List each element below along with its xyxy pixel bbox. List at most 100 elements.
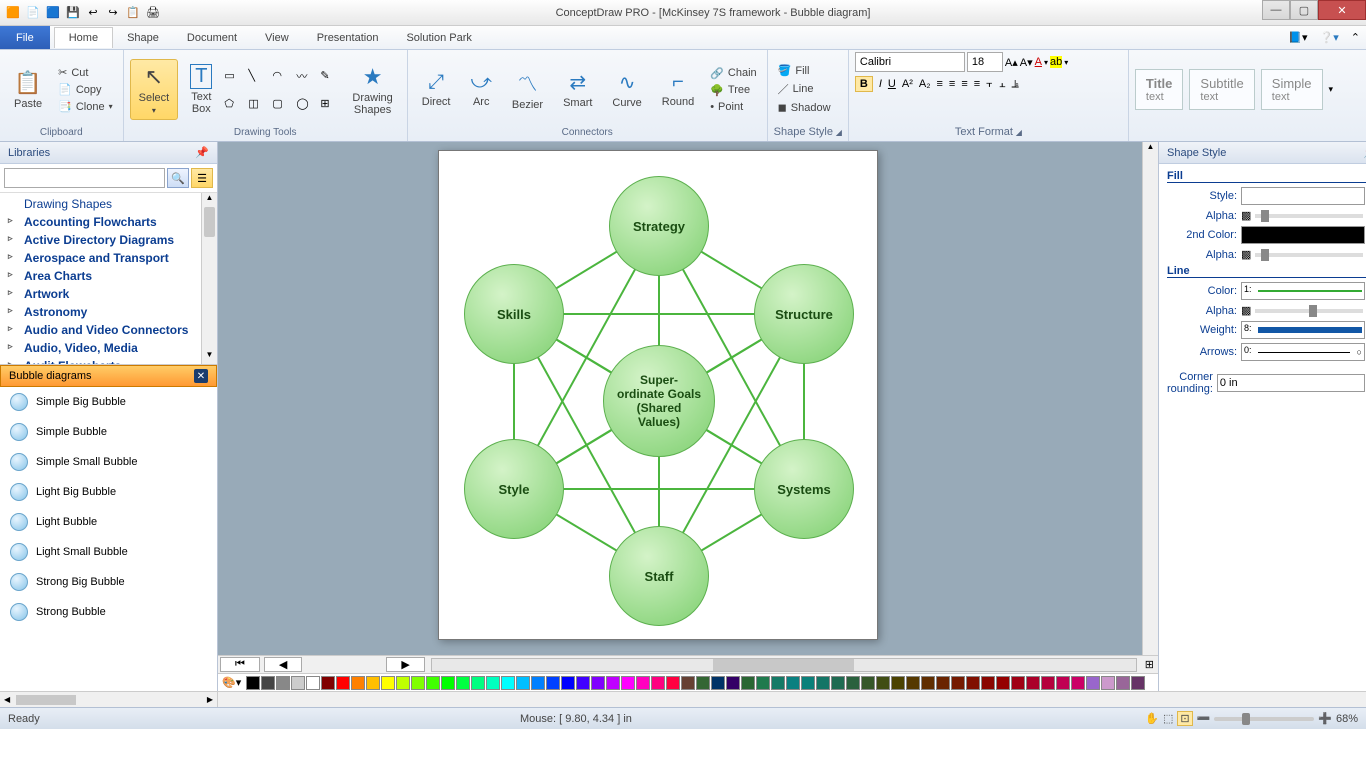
library-item[interactable]: Artwork — [0, 285, 217, 303]
connector-arc[interactable]: ⤻Arc — [463, 67, 500, 112]
qa-icon-5[interactable]: ↩ — [84, 4, 102, 22]
palette-picker-icon[interactable]: 🎨▾ — [222, 676, 241, 689]
lib-scrollbar[interactable]: ▲ ▼ — [201, 193, 217, 364]
shapes-group-header[interactable]: Bubble diagrams ✕ — [0, 365, 217, 387]
zoom-thumb[interactable] — [1242, 713, 1250, 725]
color-swatch[interactable] — [516, 676, 530, 690]
color-swatch[interactable] — [651, 676, 665, 690]
shape-item[interactable]: Strong Big Bubble — [0, 567, 217, 597]
canvas-viewport[interactable]: Strategy Skills Structure Super- ordinat… — [218, 142, 1142, 655]
valign-bot-icon[interactable]: ⫡ — [1012, 78, 1019, 91]
tab-nav-prev[interactable]: ◀ — [264, 657, 302, 672]
bubble-center[interactable]: Super- ordinate Goals (Shared Values) — [603, 345, 715, 457]
clone-button[interactable]: 📑Clone ▾ — [54, 99, 116, 114]
color-swatch[interactable] — [366, 676, 380, 690]
connector-tree[interactable]: 🌳Tree — [706, 83, 760, 98]
library-search-input[interactable] — [4, 168, 165, 188]
font-size-combo[interactable] — [967, 52, 1003, 72]
page-menu-icon[interactable]: ⊞ — [1141, 658, 1158, 671]
color-swatch[interactable] — [1116, 676, 1130, 690]
color-swatch[interactable] — [456, 676, 470, 690]
tool-line-icon[interactable]: ╲ — [248, 69, 268, 82]
color-swatch[interactable] — [921, 676, 935, 690]
info-icon[interactable]: ❔▾ — [1320, 31, 1339, 44]
connector-round[interactable]: ⌐Round — [654, 67, 702, 112]
color-swatch[interactable] — [546, 676, 560, 690]
color-swatch[interactable] — [336, 676, 350, 690]
color-swatch[interactable] — [936, 676, 950, 690]
hscroll-thumb[interactable] — [713, 659, 854, 671]
tool-group-icon[interactable]: ⊞ — [320, 97, 340, 110]
align-left-icon[interactable]: ≡ — [936, 78, 942, 90]
qa-icon-6[interactable]: ↪ — [104, 4, 122, 22]
tool-curve-icon[interactable]: 〰 — [296, 68, 316, 84]
library-item[interactable]: Active Directory Diagrams — [0, 231, 217, 249]
qa-icon-2[interactable]: 📄 — [24, 4, 42, 22]
underline-button[interactable]: U — [888, 78, 896, 90]
left-panel-hscrollbar[interactable]: ◀ ▶ — [0, 692, 218, 707]
canvas-vscrollbar[interactable]: ▲ — [1142, 142, 1158, 655]
tab-presentation[interactable]: Presentation — [303, 28, 393, 48]
qa-icon-8[interactable]: 🖨 — [144, 4, 162, 22]
tool-freehand-icon[interactable]: ✎ — [320, 69, 340, 82]
shape-item[interactable]: Light Small Bubble — [0, 537, 217, 567]
color-swatch[interactable] — [441, 676, 455, 690]
select-button[interactable]: ↖ Select ▾ — [130, 59, 179, 120]
increase-font-icon[interactable]: A▴ — [1005, 56, 1018, 69]
connector-direct[interactable]: ⤢Direct — [414, 67, 459, 112]
italic-button[interactable]: I — [879, 78, 882, 90]
highlight-icon[interactable]: ab — [1050, 56, 1062, 68]
cut-button[interactable]: ✂Cut — [54, 65, 116, 80]
connector-point[interactable]: •Point — [706, 100, 760, 114]
align-center-icon[interactable]: ≡ — [949, 78, 955, 90]
align-justify-icon[interactable]: ≡ — [974, 78, 980, 90]
library-item[interactable]: Astronomy — [0, 303, 217, 321]
color-swatch[interactable] — [711, 676, 725, 690]
color-swatch[interactable] — [321, 676, 335, 690]
color-swatch[interactable] — [1101, 676, 1115, 690]
qa-icon-7[interactable]: 📋 — [124, 4, 142, 22]
color-swatch[interactable] — [756, 676, 770, 690]
color-swatch[interactable] — [1071, 676, 1085, 690]
color-swatch[interactable] — [486, 676, 500, 690]
color-swatch[interactable] — [681, 676, 695, 690]
tab-solution-park[interactable]: Solution Park — [392, 28, 485, 48]
line-button[interactable]: ／Line — [774, 80, 835, 98]
close-button[interactable]: ✕ — [1318, 0, 1366, 20]
tab-nav-next[interactable]: ▶ — [386, 657, 424, 672]
color-swatch[interactable] — [726, 676, 740, 690]
pin-icon[interactable]: 📌 — [195, 146, 209, 159]
color-swatch[interactable] — [471, 676, 485, 690]
superscript-button[interactable]: A² — [902, 78, 913, 90]
color-swatch[interactable] — [1086, 676, 1100, 690]
color-swatch[interactable] — [1026, 676, 1040, 690]
bubble-style[interactable]: Style — [464, 439, 564, 539]
tool-poly-icon[interactable]: ⬠ — [224, 97, 244, 110]
library-item[interactable]: Area Charts — [0, 267, 217, 285]
color-swatch[interactable] — [831, 676, 845, 690]
fit-page-icon[interactable]: ⊡ — [1177, 711, 1192, 726]
bubble-staff[interactable]: Staff — [609, 526, 709, 626]
color-swatch[interactable] — [861, 676, 875, 690]
minimize-button[interactable]: — — [1262, 0, 1290, 20]
subscript-button[interactable]: A₂ — [919, 78, 931, 90]
color-swatch[interactable] — [771, 676, 785, 690]
color-swatch[interactable] — [846, 676, 860, 690]
color-swatch[interactable] — [591, 676, 605, 690]
shape-item[interactable]: Simple Big Bubble — [0, 387, 217, 417]
search-button[interactable]: 🔍 — [167, 168, 189, 188]
color-swatch[interactable] — [381, 676, 395, 690]
color-swatch[interactable] — [786, 676, 800, 690]
fill-alpha-slider[interactable] — [1255, 214, 1362, 218]
canvas-hscrollbar[interactable] — [431, 658, 1137, 672]
color-swatch[interactable] — [951, 676, 965, 690]
font-family-combo[interactable] — [855, 52, 965, 72]
tab-document[interactable]: Document — [173, 28, 251, 48]
shape-item[interactable]: Simple Small Bubble — [0, 447, 217, 477]
library-item[interactable]: Audit Flowcharts — [0, 357, 217, 365]
color-swatch[interactable] — [1041, 676, 1055, 690]
bubble-skills[interactable]: Skills — [464, 264, 564, 364]
color-swatch[interactable] — [816, 676, 830, 690]
tool-ellipse-icon[interactable]: ◯ — [296, 97, 316, 110]
library-item[interactable]: Aerospace and Transport — [0, 249, 217, 267]
